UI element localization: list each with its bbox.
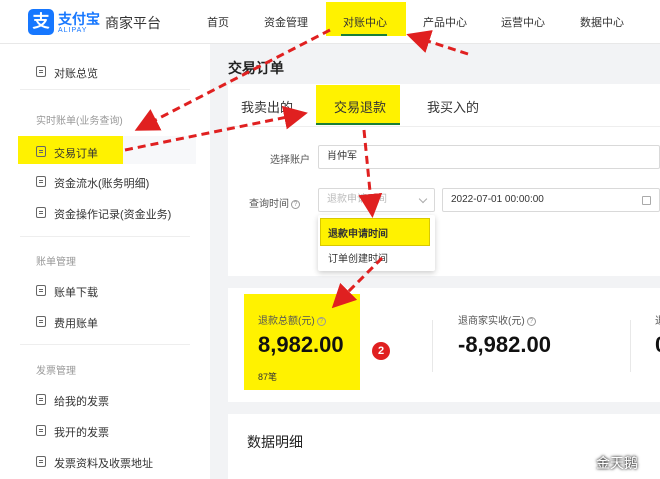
tab-refund[interactable]: 交易退款 xyxy=(334,97,386,116)
nav-item-operations[interactable]: 运营中心 xyxy=(501,14,545,30)
stat-divider xyxy=(630,320,631,372)
query-time-label-text: 查询时间 xyxy=(249,199,289,210)
help-icon[interactable]: ? xyxy=(526,316,536,326)
sidebar-item-fee-bill[interactable]: 费用账单 xyxy=(54,315,98,331)
sidebar-divider xyxy=(20,236,190,237)
stat-label-third: 退 xyxy=(655,312,660,327)
data-detail-title: 数据明细 xyxy=(247,434,303,450)
query-time-label: 查询时间? xyxy=(240,195,300,210)
platform-title: 商家平台 xyxy=(105,15,161,31)
tabs-divider xyxy=(228,126,660,127)
sidebar-item-bill-download[interactable]: 账单下载 xyxy=(54,284,98,300)
sidebar-section-bill: 账单管理 xyxy=(36,257,76,268)
sidebar-section-realtime: 实时账单(业务查询) xyxy=(36,116,123,127)
stat-label-refund-total: 退款总额(元)? xyxy=(258,312,326,327)
brand-name-en: ALIPAY xyxy=(58,27,88,34)
sidebar-section-invoice: 发票管理 xyxy=(36,366,76,377)
watermark: 金天鹅 xyxy=(596,455,638,471)
sidebar: 对账总览 实时账单(业务查询) 交易订单 资金流水(账务明细) 资金操作记录(资… xyxy=(0,44,210,479)
nav-item-home[interactable]: 首页 xyxy=(207,14,229,30)
dropdown-option-order-time[interactable]: 订单创建时间 xyxy=(328,250,388,265)
nav-item-funds[interactable]: 资金管理 xyxy=(264,14,308,30)
date-picker[interactable]: 2022-07-01 00:00:00 xyxy=(442,188,660,212)
sidebar-item-overview[interactable]: 对账总览 xyxy=(54,65,98,81)
cash-flow-icon xyxy=(36,176,46,187)
stat-label-merchant-received-text: 退商家实收(元) xyxy=(458,316,525,327)
sidebar-item-invoices-to-me[interactable]: 给我的发票 xyxy=(54,393,109,409)
stat-label-merchant-received: 退商家实收(元)? xyxy=(458,312,536,327)
sidebar-divider xyxy=(20,344,190,345)
step-badge: 2 xyxy=(372,342,390,360)
invoice-info-icon xyxy=(36,456,46,467)
page-title: 交易订单 xyxy=(228,60,284,76)
sidebar-item-trade-orders[interactable]: 交易订单 xyxy=(54,145,98,161)
nav-item-reconciliation[interactable]: 对账中心 xyxy=(343,14,387,30)
account-field[interactable]: 肖仲军 xyxy=(318,145,660,169)
nav-item-products[interactable]: 产品中心 xyxy=(423,14,467,30)
sidebar-item-invoice-info[interactable]: 发票资料及收票地址 xyxy=(54,455,153,471)
time-type-select[interactable]: 退款申请时间 xyxy=(318,188,435,212)
account-value: 肖仲军 xyxy=(327,151,357,162)
sidebar-item-fund-records[interactable]: 资金操作记录(资金业务) xyxy=(54,206,171,222)
date-value: 2022-07-01 00:00:00 xyxy=(451,194,544,205)
stat-count-refund: 87笔 xyxy=(258,372,278,382)
tab-bought[interactable]: 我买入的 xyxy=(427,97,479,116)
sidebar-item-my-invoices[interactable]: 我开的发票 xyxy=(54,424,109,440)
dropdown-option-refund-time[interactable]: 退款申请时间 xyxy=(328,225,388,240)
invoice-icon xyxy=(36,394,46,405)
chevron-down-icon xyxy=(418,194,428,204)
fund-records-icon xyxy=(36,207,46,218)
stat-value-merchant-received: -8,982.00 xyxy=(458,332,551,357)
sidebar-item-cash-flow[interactable]: 资金流水(账务明细) xyxy=(54,175,149,191)
download-icon xyxy=(36,285,46,296)
alipay-logo[interactable]: 支 xyxy=(28,9,54,35)
fee-bill-icon xyxy=(36,316,46,327)
stat-value-refund-total: 8,982.00 xyxy=(258,332,344,357)
orders-icon xyxy=(36,146,46,157)
stat-label-refund-total-text: 退款总额(元) xyxy=(258,316,315,327)
nav-item-data[interactable]: 数据中心 xyxy=(580,14,624,30)
time-type-placeholder: 退款申请时间 xyxy=(327,194,387,205)
help-icon[interactable]: ? xyxy=(291,199,300,209)
stat-value-third: 0 xyxy=(655,332,660,358)
nav-active-indicator xyxy=(341,34,387,36)
brand-name: 支付宝 xyxy=(58,11,100,27)
account-label: 选择账户 xyxy=(270,155,310,166)
sidebar-divider xyxy=(20,89,190,90)
stat-divider xyxy=(432,320,433,372)
tab-sold[interactable]: 我卖出的 xyxy=(241,97,293,116)
calendar-icon xyxy=(642,196,651,205)
tab-active-indicator xyxy=(316,123,400,125)
overview-icon xyxy=(36,66,46,77)
help-icon[interactable]: ? xyxy=(316,316,326,326)
invoice-icon xyxy=(36,425,46,436)
